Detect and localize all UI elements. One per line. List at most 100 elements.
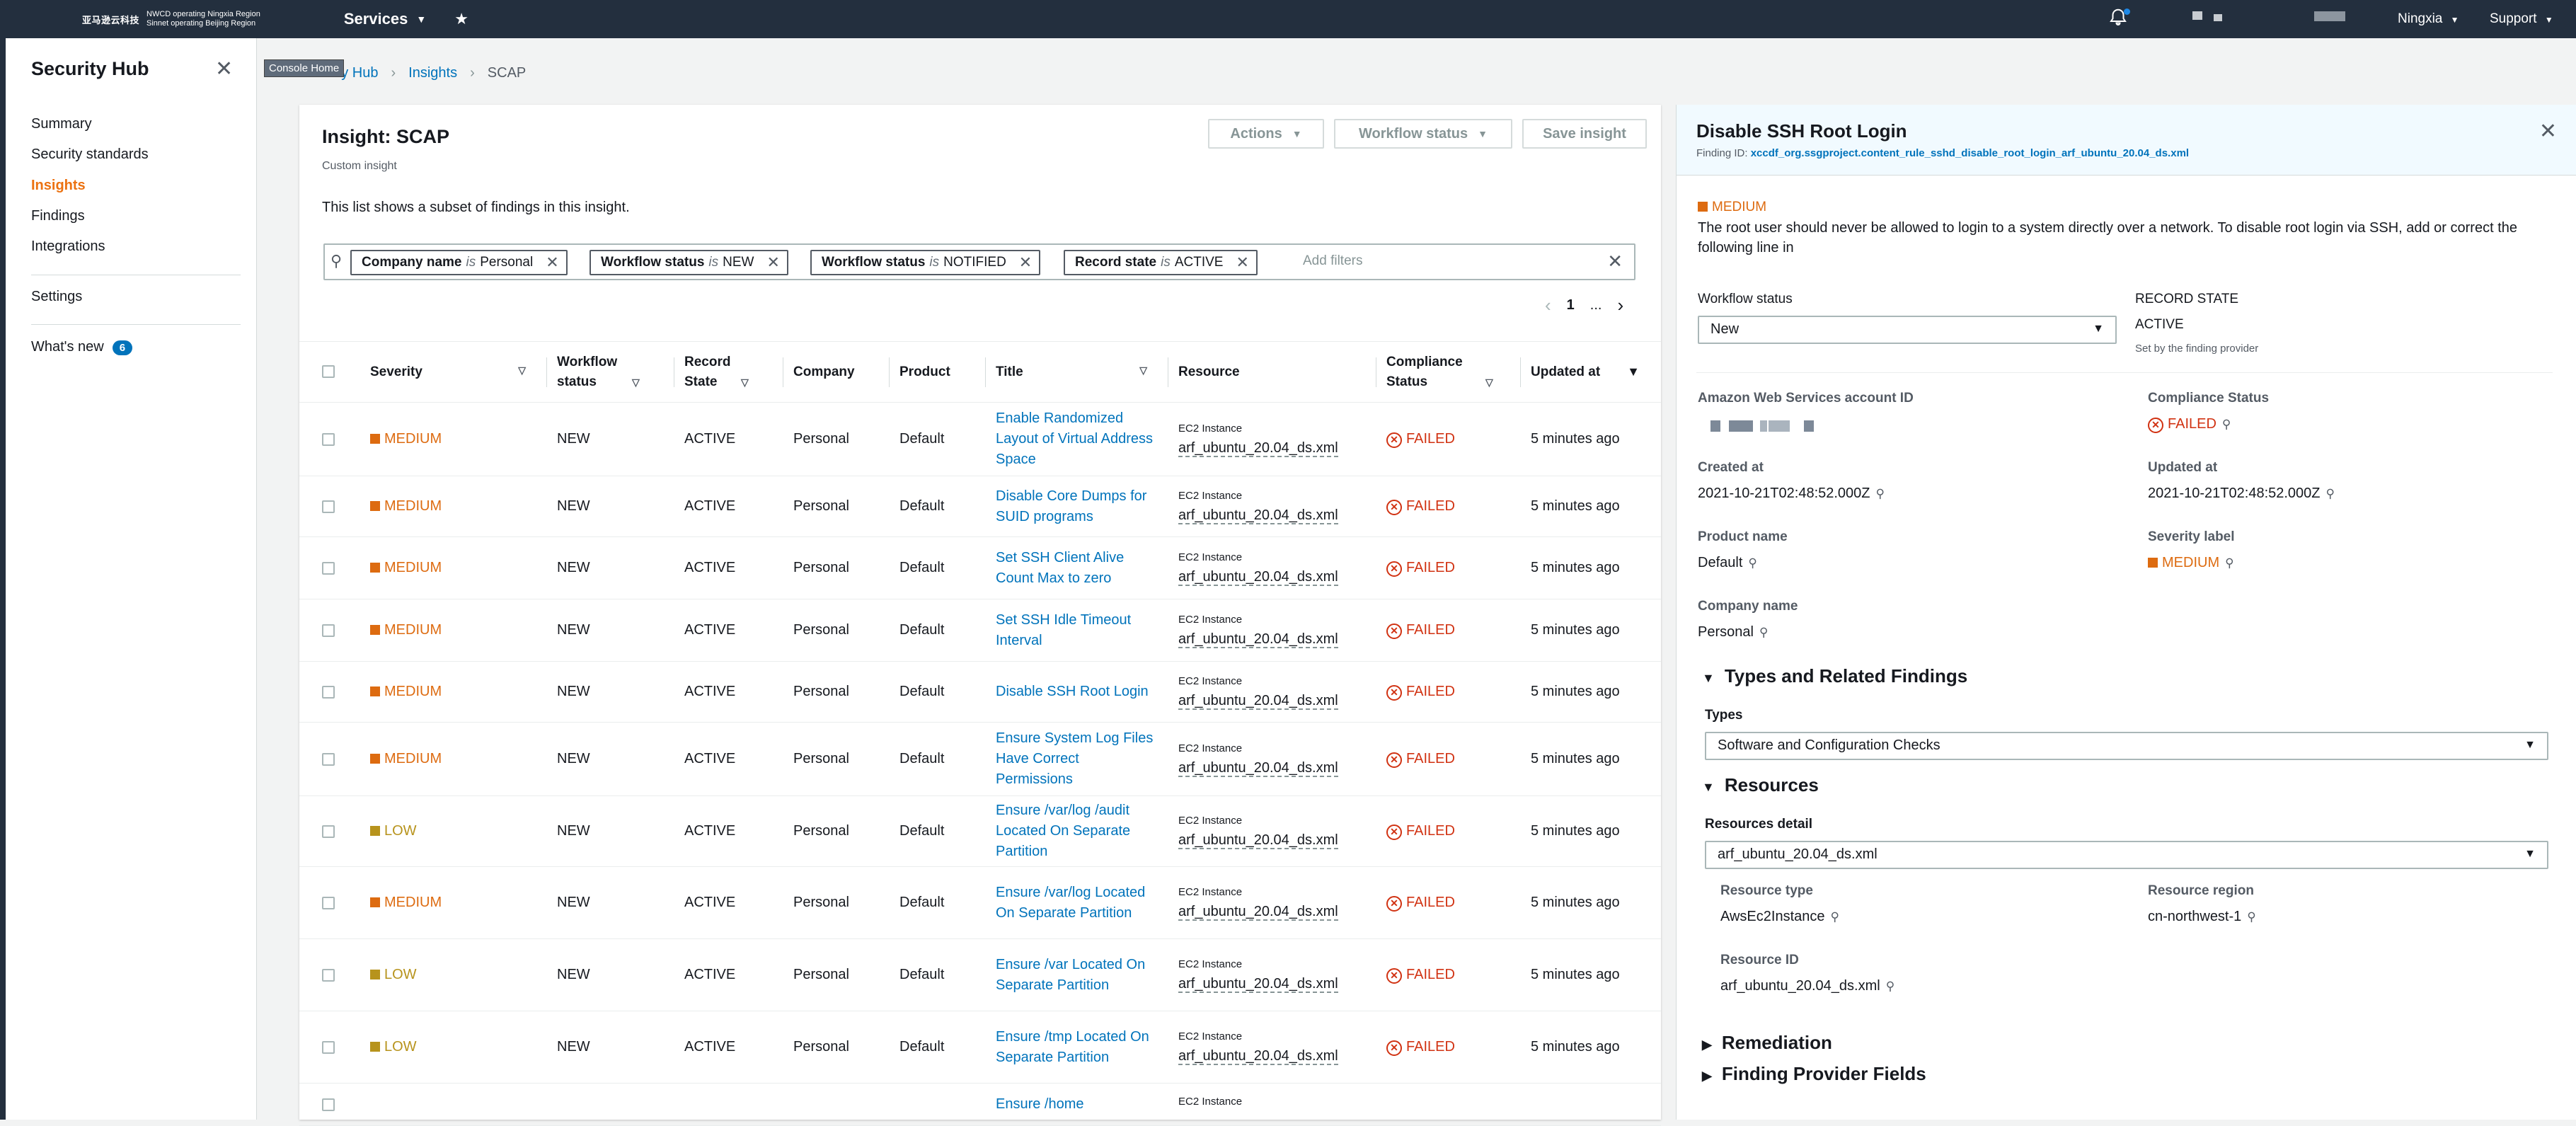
account-menu[interactable] — [2314, 11, 2345, 21]
zoom-icon[interactable]: ⚲ — [1759, 626, 1768, 639]
save-insight-button[interactable]: Save insight — [1522, 119, 1647, 149]
zoom-icon[interactable]: ⚲ — [2326, 487, 2335, 500]
table-row[interactable]: LOW NEW ACTIVE Personal Default Ensure /var/l… — [299, 795, 1661, 867]
table-row[interactable]: MEDIUM NEW ACTIVE Personal Default Ensure /va… — [299, 866, 1661, 939]
sidebar-item-insights[interactable]: Insights — [31, 178, 86, 194]
finding-title-link[interactable]: Ensure System Log Files Have Correct Per… — [996, 730, 1153, 787]
provider-fields-section-toggle[interactable]: ▶ Finding Provider Fields — [1702, 1063, 1926, 1085]
finding-title-link[interactable]: Ensure /var/log /audit Located On Separa… — [996, 803, 1130, 859]
sidebar-item-summary[interactable]: Summary — [31, 116, 92, 132]
table-row[interactable]: MEDIUM NEW ACTIVE Personal Default Set SSH Id… — [299, 599, 1661, 662]
finding-title-link[interactable]: Ensure /home — [996, 1096, 1084, 1112]
support-menu[interactable]: Support ▼ — [2490, 11, 2553, 27]
resource-name[interactable]: arf_ubuntu_20.04_ds.xml — [1178, 692, 1338, 710]
row-checkbox[interactable] — [322, 752, 335, 766]
aws-logo[interactable]: 亚马逊云科技 NWCD operating Ningxia Region Sin… — [82, 10, 260, 28]
row-checkbox[interactable] — [322, 968, 335, 982]
finding-title-link[interactable]: Disable SSH Root Login — [996, 684, 1149, 699]
row-checkbox[interactable] — [322, 561, 335, 575]
services-menu[interactable]: Services ▼ — [344, 10, 426, 28]
close-icon[interactable]: ✕ — [766, 253, 779, 272]
resource-name[interactable]: arf_ubuntu_20.04_ds.xml — [1178, 832, 1338, 849]
zoom-icon[interactable]: ⚲ — [1831, 910, 1839, 924]
row-checkbox[interactable] — [322, 1040, 335, 1054]
filter-chip[interactable]: Workflow status is NEW ✕ — [590, 250, 788, 275]
workflow-status-button[interactable]: Workflow status ▼ — [1334, 119, 1512, 149]
filter-bar[interactable]: ⚲ Company name is Personal ✕ Workflow sta… — [323, 243, 1635, 280]
types-select[interactable]: Software and Configuration Checks ▼ — [1705, 732, 2548, 760]
add-filters-input[interactable]: Add filters — [1303, 253, 1362, 269]
table-row[interactable]: MEDIUM NEW ACTIVE Personal Default Ensure Sys… — [299, 722, 1661, 796]
row-checkbox[interactable] — [322, 432, 335, 446]
zoom-icon[interactable]: ⚲ — [1886, 979, 1894, 993]
clear-filters-icon[interactable]: ✕ — [1607, 251, 1623, 272]
resources-detail-select[interactable]: arf_ubuntu_20.04_ds.xml ▼ — [1705, 841, 2548, 869]
finding-title-link[interactable]: Ensure /var Located On Separate Partitio… — [996, 957, 1145, 993]
region-menu[interactable]: Ningxia ▼ — [2398, 11, 2459, 27]
zoom-icon[interactable]: ⚲ — [2225, 556, 2233, 570]
resource-name[interactable]: arf_ubuntu_20.04_ds.xml — [1178, 507, 1338, 524]
resources-section-toggle[interactable]: ▼ Resources — [1702, 774, 1819, 796]
resource-name[interactable]: arf_ubuntu_20.04_ds.xml — [1178, 759, 1338, 777]
close-icon[interactable]: ✕ — [1236, 253, 1248, 272]
sort-descending-icon[interactable]: ▼ — [1627, 364, 1640, 379]
zoom-icon[interactable]: ⚲ — [1748, 556, 1756, 570]
close-icon[interactable]: ✕ — [215, 57, 233, 81]
row-checkbox[interactable] — [322, 624, 335, 637]
sidebar-item-findings[interactable]: Findings — [31, 208, 85, 224]
resource-name[interactable]: arf_ubuntu_20.04_ds.xml — [1178, 1047, 1338, 1065]
row-checkbox[interactable] — [322, 896, 335, 909]
row-checkbox[interactable] — [322, 825, 335, 838]
finding-title-link[interactable]: Ensure /tmp Located On Separate Partitio… — [996, 1029, 1149, 1065]
column-severity[interactable]: Severity ▽ — [360, 341, 547, 403]
filter-chip[interactable]: Company name is Personal ✕ — [350, 250, 568, 275]
column-record-state[interactable]: Record State ▽ — [674, 341, 783, 403]
sidebar-item-integrations[interactable]: Integrations — [31, 239, 105, 255]
column-resource[interactable]: Resource — [1168, 341, 1376, 403]
types-section-toggle[interactable]: ▼ Types and Related Findings — [1702, 665, 1967, 687]
sort-icon[interactable]: ▽ — [741, 377, 749, 388]
chevron-right-icon[interactable]: › — [1617, 294, 1623, 316]
workflow-status-select[interactable]: New ▼ — [1698, 316, 2117, 344]
table-row[interactable]: MEDIUM NEW ACTIVE Personal Default Disable Co… — [299, 476, 1661, 537]
row-checkbox[interactable] — [322, 1098, 335, 1111]
table-row[interactable]: LOW NEW ACTIVE Personal Default Ensure /var L… — [299, 938, 1661, 1011]
close-icon[interactable]: ✕ — [2539, 119, 2557, 144]
column-workflow-status[interactable]: Workflow status ▽ — [547, 341, 674, 403]
resource-name[interactable]: arf_ubuntu_20.04_ds.xml — [1178, 631, 1338, 648]
column-title[interactable]: Title ▽ — [986, 341, 1168, 403]
table-row[interactable]: LOW NEW ACTIVE Personal Default Ensure /tmp L… — [299, 1011, 1661, 1084]
finding-title-link[interactable]: Set SSH Client Alive Count Max to zero — [996, 550, 1124, 586]
sidebar-item-whats-new[interactable]: What's new 6 — [31, 339, 133, 355]
finding-title-link[interactable]: Disable Core Dumps for SUID programs — [996, 488, 1146, 524]
resource-name[interactable]: arf_ubuntu_20.04_ds.xml — [1178, 975, 1338, 993]
table-row[interactable]: MEDIUM NEW ACTIVE Personal Default Enable Ran… — [299, 402, 1661, 476]
page-number[interactable]: 1 — [1567, 297, 1575, 314]
finding-title-link[interactable]: Enable Randomized Layout of Virtual Addr… — [996, 410, 1153, 467]
notifications-bell-icon[interactable] — [2108, 7, 2130, 28]
pin-icon[interactable]: ★ — [454, 10, 468, 28]
table-row[interactable]: MEDIUM NEW ACTIVE Personal Default Set SSH Cl… — [299, 536, 1661, 599]
breadcrumb-insights[interactable]: Insights — [408, 65, 457, 81]
column-updated-at[interactable]: Updated at ▼ — [1521, 341, 1661, 403]
table-row[interactable]: MEDIUM NEW ACTIVE Personal Default Disable SS… — [299, 661, 1661, 723]
close-icon[interactable]: ✕ — [1019, 253, 1032, 272]
chevron-left-icon[interactable]: ‹ — [1545, 294, 1551, 316]
row-checkbox[interactable] — [322, 500, 335, 513]
finding-title-link[interactable]: Ensure /var/log Located On Separate Part… — [996, 885, 1145, 921]
zoom-icon[interactable]: ⚲ — [2247, 910, 2255, 924]
cloudshell-icon-2[interactable] — [2214, 14, 2222, 21]
filter-chip[interactable]: Record state is ACTIVE ✕ — [1064, 250, 1258, 275]
sidebar-item-settings[interactable]: Settings — [31, 289, 82, 305]
sort-icon[interactable]: ▽ — [1485, 377, 1493, 388]
sidebar-item-security-standards[interactable]: Security standards — [31, 147, 149, 163]
filter-chip[interactable]: Workflow status is NOTIFIED ✕ — [810, 250, 1041, 275]
sort-icon[interactable]: ▽ — [518, 364, 526, 377]
zoom-icon[interactable]: ⚲ — [1876, 487, 1885, 500]
zoom-icon[interactable]: ⚲ — [2222, 418, 2231, 431]
resource-name[interactable]: arf_ubuntu_20.04_ds.xml — [1178, 903, 1338, 921]
column-company[interactable]: Company — [783, 341, 890, 403]
column-product[interactable]: Product — [890, 341, 986, 403]
close-icon[interactable]: ✕ — [546, 253, 558, 272]
sort-icon[interactable]: ▽ — [1139, 364, 1147, 377]
